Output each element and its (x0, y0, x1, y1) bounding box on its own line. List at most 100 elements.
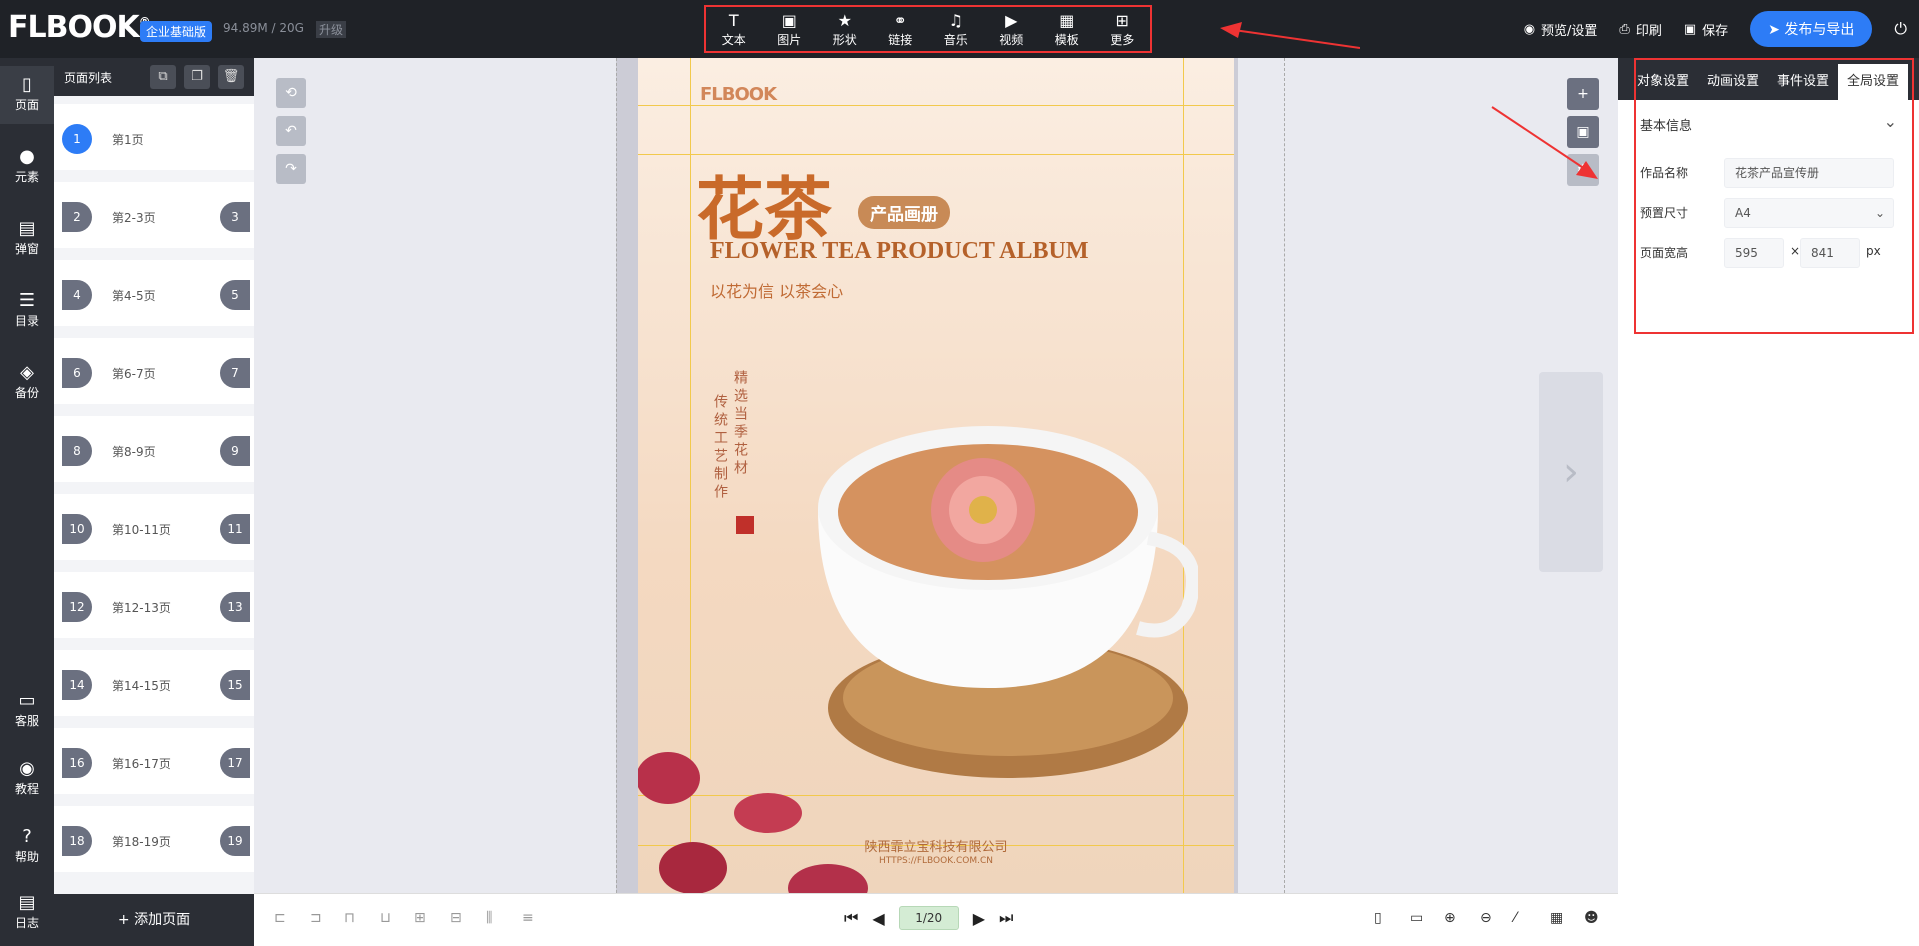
size-select[interactable]: A4 ⌄ (1724, 198, 1894, 228)
template-icon: ▦ (1059, 10, 1075, 30)
align-top-icon[interactable]: ⊓ (344, 910, 355, 926)
page-row-2[interactable]: 2 第2-3页 3 (54, 182, 254, 248)
page-row-10[interactable]: 18 第18-19页 19 (54, 806, 254, 872)
tool-link[interactable]: ⚭ 链接 (874, 11, 926, 48)
print-icon: ⎙ (1619, 21, 1630, 37)
poster-vertical-text[interactable]: 传统工艺制作 (710, 394, 730, 502)
emoji-icon[interactable]: ☻ (1584, 910, 1599, 926)
page-number: 9 (220, 436, 250, 466)
page-canvas[interactable]: FLBOOK 花茶 产品画册 FLOWER TEA PRODUCT ALBUM … (638, 58, 1234, 893)
chevron-down-icon: ⌄ (1874, 206, 1885, 220)
seal-stamp (736, 516, 754, 534)
redo-icon[interactable]: ↷ (276, 154, 306, 184)
save-button[interactable]: ▣ 保存 (1684, 20, 1728, 39)
page-row-6[interactable]: 10 第10-11页 11 (54, 494, 254, 560)
distribute-v-icon[interactable]: ≡ (522, 910, 534, 926)
width-input[interactable]: 595 (1724, 238, 1784, 268)
rose-petals-image (638, 752, 868, 893)
height-input[interactable]: 841 (1800, 238, 1860, 268)
page-row-7[interactable]: 12 第12-13页 13 (54, 572, 254, 638)
prev-page-icon[interactable]: ◀ (872, 909, 884, 928)
rail-popup[interactable]: ▤ 弹窗 (0, 218, 54, 257)
poster-company[interactable]: 陕西霏立宝科技有限公司 (638, 836, 1234, 855)
poster-slogan[interactable]: 以花为信 以茶会心 (710, 278, 843, 302)
duplicate-page-icon[interactable]: ❐ (184, 65, 210, 89)
chevron-down-icon[interactable]: ⌄ (1884, 112, 1897, 131)
preview-button[interactable]: ◉ 预览/设置 (1524, 20, 1598, 39)
page-row-8[interactable]: 14 第14-15页 15 (54, 650, 254, 716)
rail-element[interactable]: ● 元素 (0, 146, 54, 185)
tool-image[interactable]: ▣ 图片 (763, 11, 815, 48)
rail-backup[interactable]: ◈ 备份 (0, 362, 54, 401)
tutorial-icon: ◉ (19, 758, 35, 779)
tool-music[interactable]: ♫ 音乐 (930, 11, 982, 48)
page-number: 8 (62, 436, 92, 466)
reset-icon[interactable]: ⟲ (276, 78, 306, 108)
align-middle-icon[interactable]: ⊟ (450, 910, 462, 926)
power-icon[interactable]: ⏻ (1894, 19, 1907, 39)
poster-vertical-text[interactable]: 精选当季花材 (730, 370, 750, 478)
zoom-out-icon[interactable]: ⊖ (1480, 910, 1492, 926)
element-icon: ● (19, 146, 35, 167)
catalog-icon: ☰ (18, 290, 36, 311)
page-number: 19 (220, 826, 250, 856)
poster-pill[interactable]: 产品画册 (858, 196, 950, 229)
next-page-arrow[interactable]: › (1539, 372, 1603, 572)
page-label: 第4-5页 (112, 289, 156, 303)
zoom-in-icon[interactable]: ⊕ (1444, 910, 1456, 926)
align-left-icon[interactable]: ⊏ (274, 910, 286, 926)
next-page-icon[interactable]: ▶ (973, 909, 985, 928)
tool-text[interactable]: T 文本 (708, 11, 760, 48)
link-icon: ⚭ (893, 10, 907, 30)
log-icon: ▤ (18, 892, 36, 913)
tool-template[interactable]: ▦ 模板 (1041, 11, 1093, 48)
copy-page-icon[interactable]: ⧉ (150, 65, 176, 89)
page-number: 11 (220, 514, 250, 544)
app-logo[interactable]: FLBOOK® (8, 10, 151, 45)
times-sign: × (1790, 244, 1801, 258)
single-page-icon[interactable]: ▯ (1374, 910, 1382, 926)
print-button[interactable]: ⎙ 印刷 (1619, 20, 1661, 39)
upgrade-link[interactable]: 升级 (316, 21, 347, 38)
guides-icon[interactable]: ⁄ (1514, 910, 1516, 926)
poster-logo[interactable]: FLBOOK (700, 84, 777, 105)
page-row-5[interactable]: 8 第8-9页 9 (54, 416, 254, 482)
tea-cup-image[interactable] (778, 388, 1198, 788)
add-page-button[interactable]: + 添加页面 (54, 894, 254, 946)
delete-page-icon[interactable]: 🗑 (218, 65, 244, 89)
page-row-9[interactable]: 16 第16-17页 17 (54, 728, 254, 794)
align-bottom-icon[interactable]: ⊔ (380, 910, 391, 926)
tool-shape[interactable]: ★ 形状 (819, 11, 871, 48)
align-center-icon[interactable]: ⊞ (414, 910, 426, 926)
service-icon: ▭ (18, 690, 36, 711)
publish-button[interactable]: ➤ 发布与导出 (1750, 11, 1873, 47)
rail-service[interactable]: ▭ 客服 (0, 690, 54, 729)
last-page-icon[interactable]: ⏭ (999, 908, 1013, 928)
storage-usage: 94.89M / 20G (223, 21, 304, 35)
star-icon: ★ (837, 10, 852, 30)
grid-icon[interactable]: ▦ (1550, 910, 1563, 926)
poster-title-en[interactable]: FLOWER TEA PRODUCT ALBUM (710, 238, 1089, 265)
rail-log[interactable]: ▤ 日志 (0, 892, 54, 931)
distribute-h-icon[interactable]: ⫼ (486, 910, 492, 926)
name-input[interactable]: 花茶产品宣传册 (1724, 158, 1894, 188)
page-indicator[interactable]: 1/20 (898, 906, 959, 930)
annotation-arrow-right (1491, 106, 1598, 179)
align-right-icon[interactable]: ⊐ (310, 910, 322, 926)
rail-catalog[interactable]: ☰ 目录 (0, 290, 54, 329)
double-page-icon[interactable]: ▭ (1410, 910, 1423, 926)
page-row-3[interactable]: 4 第4-5页 5 (54, 260, 254, 326)
page-number: 18 (62, 826, 92, 856)
tool-more[interactable]: ⊞ 更多 (1096, 11, 1148, 48)
page-label: 第12-13页 (112, 601, 171, 615)
poster-url[interactable]: HTTPS://FLBOOK.COM.CN (638, 856, 1234, 866)
tool-video[interactable]: ▶ 视频 (985, 11, 1037, 48)
rail-tutorial[interactable]: ◉ 教程 (0, 758, 54, 797)
rail-page[interactable]: ▯ 页面 (0, 66, 54, 124)
first-page-icon[interactable]: ⏮ (844, 908, 858, 928)
page-row-4[interactable]: 6 第6-7页 7 (54, 338, 254, 404)
rail-help[interactable]: ? 帮助 (0, 826, 54, 865)
page-row-1[interactable]: 1 第1页 (54, 104, 254, 170)
page-number: 16 (62, 748, 92, 778)
undo-icon[interactable]: ↶ (276, 116, 306, 146)
